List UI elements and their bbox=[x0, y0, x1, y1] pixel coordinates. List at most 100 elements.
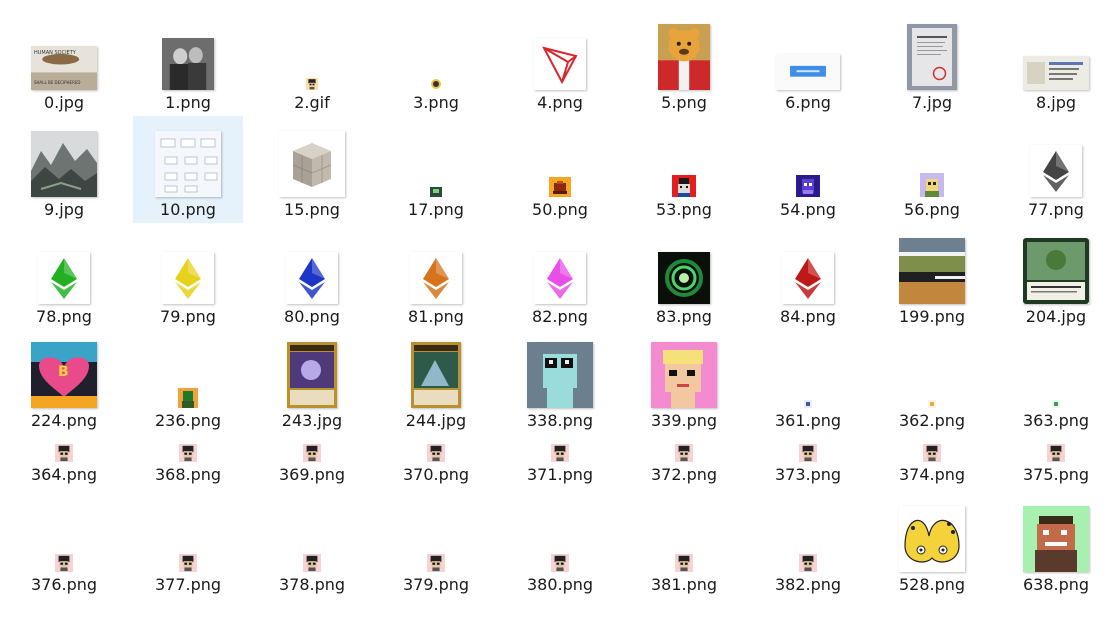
file-item[interactable]: 379.png bbox=[381, 488, 491, 598]
thumbnail-area bbox=[133, 6, 243, 90]
file-name-label: 381.png bbox=[650, 575, 718, 594]
file-item[interactable]: 5.png bbox=[629, 6, 739, 116]
file-item[interactable]: 9.jpg bbox=[9, 116, 119, 223]
file-name-label: 374.png bbox=[898, 465, 966, 484]
tiny-pixel-avatar-thumbnail bbox=[551, 444, 569, 462]
file-item[interactable]: 236.png bbox=[133, 330, 243, 434]
file-item[interactable]: 50.png bbox=[505, 116, 615, 223]
tiny-pixel-avatar-thumbnail bbox=[923, 444, 941, 462]
file-item[interactable]: 2.gif bbox=[257, 6, 367, 116]
file-item[interactable]: 77.png bbox=[1001, 116, 1111, 223]
file-name-label: 82.png bbox=[532, 307, 588, 326]
file-item[interactable]: 382.png bbox=[753, 488, 863, 598]
file-item[interactable]: 370.png bbox=[381, 434, 491, 488]
ethereum-orange-thumbnail bbox=[410, 252, 462, 304]
file-name-label: 243.jpg bbox=[281, 411, 343, 430]
file-item[interactable]: 362.png bbox=[877, 330, 987, 434]
file-item[interactable]: 6.png bbox=[753, 6, 863, 116]
file-item[interactable]: 244.jpg bbox=[381, 330, 491, 434]
file-name-label: 53.png bbox=[656, 200, 712, 219]
file-item[interactable]: 638.png bbox=[1001, 488, 1111, 598]
file-item[interactable]: 373.png bbox=[753, 434, 863, 488]
file-item[interactable]: 80.png bbox=[257, 223, 367, 330]
file-name-label: 224.png bbox=[30, 411, 98, 430]
file-name-label: 81.png bbox=[408, 307, 464, 326]
file-item[interactable]: 54.png bbox=[753, 116, 863, 223]
tiny-pixel-avatar-thumbnail bbox=[799, 444, 817, 462]
file-item[interactable]: 361.png bbox=[753, 330, 863, 434]
file-item[interactable]: 78.png bbox=[9, 223, 119, 330]
tiny-pixel-avatar-thumbnail bbox=[306, 78, 318, 90]
file-item[interactable]: 15.png bbox=[257, 116, 367, 223]
file-item[interactable]: 204.jpg bbox=[1001, 223, 1111, 330]
file-item[interactable]: B 224.png bbox=[9, 330, 119, 434]
thumbnail-area bbox=[877, 6, 987, 90]
file-name-label: 373.png bbox=[774, 465, 842, 484]
thumbnail-area bbox=[133, 434, 243, 462]
svg-text:HUMAN SOCIETY: HUMAN SOCIETY bbox=[34, 50, 77, 56]
red-pixel-character-thumbnail bbox=[672, 175, 696, 197]
file-item[interactable]: 364.png bbox=[9, 434, 119, 488]
file-item[interactable]: 8.jpg bbox=[1001, 6, 1111, 116]
file-item[interactable]: 4.png bbox=[505, 6, 615, 116]
tiny-pixel-avatar-thumbnail bbox=[799, 554, 817, 572]
file-item[interactable]: 369.png bbox=[257, 434, 367, 488]
thumbnail-area bbox=[753, 223, 863, 304]
green-ring-pixel-thumbnail bbox=[658, 252, 710, 304]
file-item[interactable]: 199.png bbox=[877, 223, 987, 330]
flowchart-diagram-thumbnail bbox=[155, 131, 221, 197]
file-item[interactable]: 377.png bbox=[133, 488, 243, 598]
thumbnail-area bbox=[877, 488, 987, 572]
file-item[interactable]: HUMAN SOCIETY SHALL BE DECIPHERED 0.jpg bbox=[9, 6, 119, 116]
ink-landscape-painting-thumbnail bbox=[31, 131, 97, 197]
tiny-pixel-avatar-thumbnail bbox=[179, 444, 197, 462]
file-item[interactable]: 381.png bbox=[629, 488, 739, 598]
pink-pixel-face-thumbnail bbox=[651, 342, 717, 408]
tron-logo-thumbnail bbox=[534, 38, 586, 90]
tiny-pixel-thumbnail bbox=[178, 388, 198, 408]
file-item[interactable]: 372.png bbox=[629, 434, 739, 488]
file-item[interactable]: 82.png bbox=[505, 223, 615, 330]
file-item[interactable]: 528.png bbox=[877, 488, 987, 598]
file-item[interactable]: 380.png bbox=[505, 488, 615, 598]
file-item[interactable]: 17.png bbox=[381, 116, 491, 223]
tiny-pixel-avatar-thumbnail bbox=[55, 554, 73, 572]
ethereum-red-thumbnail bbox=[782, 252, 834, 304]
lavender-pixel-character-thumbnail bbox=[920, 173, 944, 197]
file-item[interactable]: 339.png bbox=[629, 330, 739, 434]
file-item[interactable]: 338.png bbox=[505, 330, 615, 434]
thumbnail-area bbox=[629, 488, 739, 572]
thumbnail-area bbox=[381, 330, 491, 408]
file-name-label: 7.jpg bbox=[911, 93, 953, 112]
file-item[interactable]: 368.png bbox=[133, 434, 243, 488]
file-name-label: 236.png bbox=[154, 411, 222, 430]
file-item[interactable]: 56.png bbox=[877, 116, 987, 223]
file-name-label: 77.png bbox=[1028, 200, 1084, 219]
file-name-label: 9.jpg bbox=[43, 200, 85, 219]
file-item[interactable]: 374.png bbox=[877, 434, 987, 488]
file-name-label: 79.png bbox=[160, 307, 216, 326]
thumbnail-area bbox=[133, 223, 243, 304]
file-item[interactable]: 83.png bbox=[629, 223, 739, 330]
tiny-pixel-avatar-thumbnail bbox=[179, 554, 197, 572]
file-item[interactable]: 363.png bbox=[1001, 330, 1111, 434]
file-item[interactable]: 10.png bbox=[133, 116, 243, 223]
file-item[interactable]: 371.png bbox=[505, 434, 615, 488]
file-item[interactable]: 84.png bbox=[753, 223, 863, 330]
thumbnail-area bbox=[629, 330, 739, 408]
file-item[interactable]: 7.jpg bbox=[877, 6, 987, 116]
file-item[interactable]: 1.png bbox=[133, 6, 243, 116]
file-item[interactable]: 376.png bbox=[9, 488, 119, 598]
file-item[interactable]: 81.png bbox=[381, 223, 491, 330]
file-name-label: 375.png bbox=[1022, 465, 1090, 484]
file-name-label: 8.jpg bbox=[1035, 93, 1077, 112]
file-item[interactable]: 53.png bbox=[629, 116, 739, 223]
file-item[interactable]: 378.png bbox=[257, 488, 367, 598]
thumbnail-area bbox=[257, 488, 367, 572]
file-item[interactable]: 375.png bbox=[1001, 434, 1111, 488]
file-item[interactable]: 243.jpg bbox=[257, 330, 367, 434]
file-item[interactable]: 79.png bbox=[133, 223, 243, 330]
file-name-label: 80.png bbox=[284, 307, 340, 326]
thumbnail-area bbox=[9, 223, 119, 304]
file-item[interactable]: 3.png bbox=[381, 6, 491, 116]
